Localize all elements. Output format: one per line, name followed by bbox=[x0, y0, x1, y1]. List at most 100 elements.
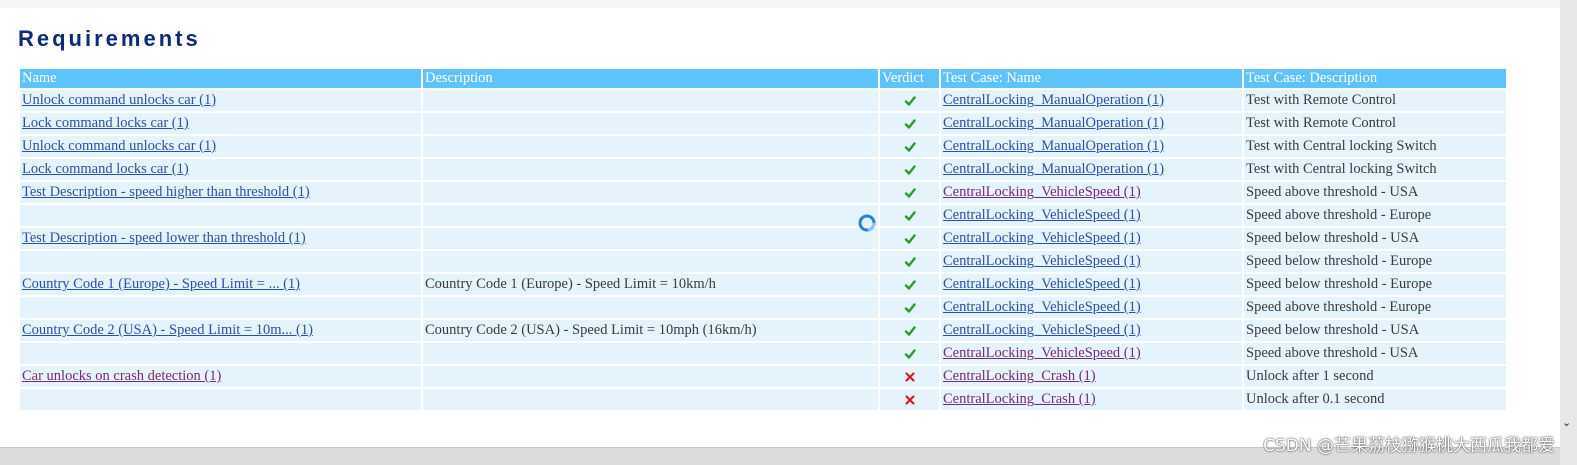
table-row: Country Code 2 (USA) - Speed Limit = 10m… bbox=[20, 320, 1506, 341]
cell-test-case-description: Speed below threshold - Europe bbox=[1244, 251, 1506, 272]
cell-verdict bbox=[880, 182, 939, 203]
cell-description bbox=[423, 366, 878, 387]
test-case-link[interactable]: CentralLocking_ManualOperation (1) bbox=[943, 161, 1164, 177]
test-case-link[interactable]: CentralLocking_VehicleSpeed (1) bbox=[943, 184, 1141, 200]
test-case-link[interactable]: CentralLocking_VehicleSpeed (1) bbox=[943, 230, 1141, 246]
requirement-link[interactable]: Test Description - speed higher than thr… bbox=[22, 184, 310, 200]
cell-verdict bbox=[880, 320, 939, 341]
fail-cross-icon bbox=[904, 394, 916, 406]
test-case-link[interactable]: CentralLocking_VehicleSpeed (1) bbox=[943, 276, 1141, 292]
column-header-test-case-name: Test Case: Name bbox=[941, 69, 1242, 88]
pass-checkmark-icon bbox=[904, 210, 916, 222]
scroll-down-arrow-icon[interactable]: ⌄ bbox=[1562, 416, 1571, 429]
cell-verdict bbox=[880, 297, 939, 318]
cell-description bbox=[423, 159, 878, 180]
requirement-link[interactable]: Unlock command unlocks car (1) bbox=[22, 92, 216, 108]
cell-name: Test Description - speed lower than thre… bbox=[20, 228, 421, 249]
cell-test-case-description: Test with Remote Control bbox=[1244, 90, 1506, 111]
table-row: Test Description - speed higher than thr… bbox=[20, 182, 1506, 203]
test-case-link[interactable]: CentralLocking_Crash (1) bbox=[943, 368, 1096, 384]
cell-verdict bbox=[880, 136, 939, 157]
cell-verdict bbox=[880, 205, 939, 226]
cell-test-case-description: Test with Central locking Switch bbox=[1244, 159, 1506, 180]
cell-test-case-description: Test with Remote Control bbox=[1244, 113, 1506, 134]
report-page: Requirements Name Description Verdict Te… bbox=[0, 0, 1577, 465]
cell-name bbox=[20, 205, 421, 226]
cell-test-case-description: Speed above threshold - USA bbox=[1244, 343, 1506, 364]
cell-name: Country Code 2 (USA) - Speed Limit = 10m… bbox=[20, 320, 421, 341]
cell-name bbox=[20, 297, 421, 318]
cell-verdict bbox=[880, 113, 939, 134]
cell-test-case-description: Speed below threshold - USA bbox=[1244, 228, 1506, 249]
test-case-link[interactable]: CentralLocking_VehicleSpeed (1) bbox=[943, 299, 1141, 315]
requirement-link[interactable]: Unlock command unlocks car (1) bbox=[22, 138, 216, 154]
cell-test-case-name: CentralLocking_Crash (1) bbox=[941, 389, 1242, 410]
pass-checkmark-icon bbox=[904, 95, 916, 107]
cell-description bbox=[423, 389, 878, 410]
watermark: CSDN @芒果荔枝猕猴桃大西瓜我都爱 bbox=[1263, 436, 1555, 456]
pass-checkmark-icon bbox=[904, 348, 916, 360]
cell-description bbox=[423, 136, 878, 157]
table-row: CentralLocking_Crash (1) Unlock after 0.1… bbox=[20, 389, 1506, 410]
pass-checkmark-icon bbox=[904, 187, 916, 199]
cell-name bbox=[20, 389, 421, 410]
requirement-link[interactable]: Country Code 2 (USA) - Speed Limit = 10m… bbox=[22, 322, 313, 338]
requirement-link[interactable]: Test Description - speed lower than thre… bbox=[22, 230, 306, 246]
test-case-link[interactable]: CentralLocking_VehicleSpeed (1) bbox=[943, 253, 1141, 269]
table-row: CentralLocking_VehicleSpeed (1) Speed bel… bbox=[20, 251, 1506, 272]
requirement-link[interactable]: Lock command locks car (1) bbox=[22, 161, 189, 177]
cell-name: Country Code 1 (Europe) - Speed Limit = … bbox=[20, 274, 421, 295]
cell-name: Test Description - speed higher than thr… bbox=[20, 182, 421, 203]
table-row: Lock command locks car (1) CentralLocking… bbox=[20, 113, 1506, 134]
test-case-link[interactable]: CentralLocking_ManualOperation (1) bbox=[943, 138, 1164, 154]
test-case-link[interactable]: CentralLocking_VehicleSpeed (1) bbox=[943, 322, 1141, 338]
table-row: Lock command locks car (1) CentralLocking… bbox=[20, 159, 1506, 180]
cell-test-case-name: CentralLocking_VehicleSpeed (1) bbox=[941, 205, 1242, 226]
cell-name: Unlock command unlocks car (1) bbox=[20, 90, 421, 111]
cell-test-case-name: CentralLocking_VehicleSpeed (1) bbox=[941, 320, 1242, 341]
cell-test-case-name: CentralLocking_ManualOperation (1) bbox=[941, 136, 1242, 157]
table-body: Unlock command unlocks car (1) CentralLoc… bbox=[20, 90, 1506, 410]
cell-test-case-name: CentralLocking_Crash (1) bbox=[941, 366, 1242, 387]
table-row: Unlock command unlocks car (1) CentralLoc… bbox=[20, 136, 1506, 157]
test-case-link[interactable]: CentralLocking_ManualOperation (1) bbox=[943, 92, 1164, 108]
table-row: CentralLocking_VehicleSpeed (1) Speed abo… bbox=[20, 297, 1506, 318]
cell-test-case-name: CentralLocking_ManualOperation (1) bbox=[941, 159, 1242, 180]
column-header-name: Name bbox=[20, 69, 421, 88]
table-row: Unlock command unlocks car (1) CentralLoc… bbox=[20, 90, 1506, 111]
cell-name bbox=[20, 343, 421, 364]
column-header-verdict: Verdict bbox=[880, 69, 939, 88]
table-row: Country Code 1 (Europe) - Speed Limit = … bbox=[20, 274, 1506, 295]
cell-name bbox=[20, 251, 421, 272]
cell-verdict bbox=[880, 90, 939, 111]
table-row: Car unlocks on crash detection (1) Centra… bbox=[20, 366, 1506, 387]
test-case-link[interactable]: CentralLocking_VehicleSpeed (1) bbox=[943, 345, 1141, 361]
loading-cursor-icon bbox=[858, 214, 876, 232]
cell-description bbox=[423, 182, 878, 203]
pass-checkmark-icon bbox=[904, 164, 916, 176]
requirements-table: Name Description Verdict Test Case: Name… bbox=[18, 67, 1508, 412]
cell-verdict bbox=[880, 159, 939, 180]
cell-description bbox=[423, 205, 878, 226]
test-case-link[interactable]: CentralLocking_ManualOperation (1) bbox=[943, 115, 1164, 131]
pass-checkmark-icon bbox=[904, 302, 916, 314]
requirement-link[interactable]: Car unlocks on crash detection (1) bbox=[22, 368, 221, 384]
cell-description bbox=[423, 228, 878, 249]
test-case-link[interactable]: CentralLocking_Crash (1) bbox=[943, 391, 1096, 407]
cell-description bbox=[423, 113, 878, 134]
pass-checkmark-icon bbox=[904, 141, 916, 153]
cell-test-case-name: CentralLocking_VehicleSpeed (1) bbox=[941, 228, 1242, 249]
pass-checkmark-icon bbox=[904, 256, 916, 268]
vertical-scrollbar[interactable] bbox=[1560, 0, 1577, 465]
cell-description bbox=[423, 297, 878, 318]
cell-test-case-description: Speed below threshold - Europe bbox=[1244, 274, 1506, 295]
test-case-link[interactable]: CentralLocking_VehicleSpeed (1) bbox=[943, 207, 1141, 223]
pass-checkmark-icon bbox=[904, 233, 916, 245]
section-title: Requirements bbox=[18, 26, 201, 51]
requirement-link[interactable]: Country Code 1 (Europe) - Speed Limit = … bbox=[22, 276, 300, 292]
requirement-link[interactable]: Lock command locks car (1) bbox=[22, 115, 189, 131]
table-header-row: Name Description Verdict Test Case: Name… bbox=[20, 69, 1506, 88]
table-row: CentralLocking_VehicleSpeed (1) Speed abo… bbox=[20, 343, 1506, 364]
cell-description: Country Code 2 (USA) - Speed Limit = 10m… bbox=[423, 320, 878, 341]
cell-test-case-description: Speed above threshold - Europe bbox=[1244, 297, 1506, 318]
